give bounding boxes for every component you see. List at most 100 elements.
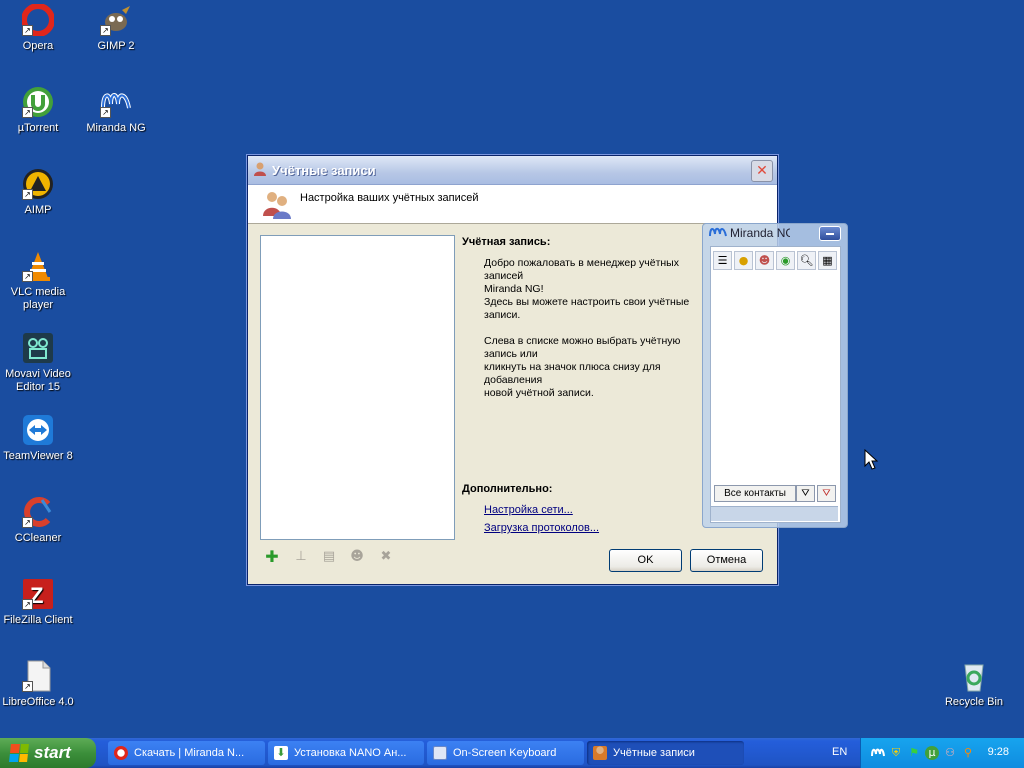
contact-list[interactable]: ☰ ● ☻ ◉ 🔍︎ ▦ Все контакты ⛛ ⛛ xyxy=(710,246,841,523)
desktop-icon-vlc[interactable]: ↗ VLC media player xyxy=(0,250,79,312)
rename-icon: ⊥ xyxy=(295,549,307,564)
taskbar-item-label: Установка NANO Ан... xyxy=(294,747,407,759)
status-button[interactable]: ● xyxy=(734,251,753,270)
delete-account-button[interactable]: ✖ xyxy=(378,549,394,565)
taskbar-item-installer[interactable]: ⬇ Установка NANO Ан... xyxy=(268,741,424,765)
desktop-icon-movavi[interactable]: Movavi Video Editor 15 xyxy=(0,332,79,394)
close-icon: ✕ xyxy=(756,163,768,179)
miranda-titlebar[interactable]: Miranda NG xyxy=(703,224,847,242)
taskbar-item-label: Скачать | Miranda N... xyxy=(134,747,245,759)
miranda-title: Miranda NG xyxy=(730,226,790,240)
dialog-header-text: Настройка ваших учётных записей xyxy=(300,192,479,204)
account-label: Учётная запись: xyxy=(462,236,551,248)
minimize-button[interactable] xyxy=(819,226,841,241)
edit-account-button[interactable]: ▤ xyxy=(321,549,337,565)
desktop-icon-label: LibreOffice 4.0 xyxy=(2,696,74,708)
miranda-icon: ↗ xyxy=(100,86,132,118)
load-protocols-link[interactable]: Загрузка протоколов... xyxy=(484,522,599,534)
desktop-icon-label: GIMP 2 xyxy=(97,40,135,52)
clear-filter-icon: ⛛ xyxy=(822,488,831,499)
aimp-icon: ↗ xyxy=(22,168,54,200)
utorrent-tray-icon[interactable]: µ xyxy=(925,746,939,760)
rename-account-button[interactable]: ⊥ xyxy=(293,549,309,565)
utorrent-icon: ↗ xyxy=(22,86,54,118)
taskbar-item-accounts[interactable]: Учётные записи xyxy=(587,741,744,765)
desktop-icon-opera[interactable]: ↗ Opera xyxy=(0,3,79,53)
movavi-icon xyxy=(22,332,54,364)
system-tray: ⛨ ⚑ µ ⚇ ⚲ 9:28 xyxy=(860,738,1024,768)
add-account-button[interactable]: ✚ xyxy=(264,549,280,565)
ok-button[interactable]: OK xyxy=(609,549,682,572)
desktop-icon-utorrent[interactable]: ↗ µTorrent xyxy=(0,86,79,135)
upgrade-account-button[interactable]: ☻ xyxy=(349,549,365,565)
online-button[interactable]: ◉ xyxy=(776,251,795,270)
desktop-icon-miranda[interactable]: ↗ Miranda NG xyxy=(75,86,157,135)
plus-icon: ✚ xyxy=(265,547,279,566)
filezilla-icon: Z ↗ xyxy=(22,578,54,610)
miranda-tray-icon[interactable] xyxy=(871,746,885,760)
all-contacts-button[interactable]: Все контакты xyxy=(714,485,796,502)
teamviewer-icon xyxy=(22,414,54,446)
desktop-icon-label: Movavi Video Editor 15 xyxy=(5,368,71,393)
close-button[interactable]: ✕ xyxy=(751,160,773,182)
dialog-titlebar[interactable]: Учётные записи ✕ xyxy=(248,156,777,185)
search-tray-icon[interactable]: ⚲ xyxy=(961,746,975,760)
clock[interactable]: 9:28 xyxy=(988,746,1009,758)
desktop-icon-teamviewer[interactable]: TeamViewer 8 xyxy=(0,414,79,463)
ccleaner-icon: ↗ xyxy=(22,496,54,528)
desktop-icon-filezilla[interactable]: Z ↗ FileZilla Client xyxy=(0,578,79,627)
desktop-icon-label: CCleaner xyxy=(14,532,62,544)
desktop-icon-label: Recycle Bin xyxy=(944,696,1004,708)
mouse-cursor-icon xyxy=(864,449,878,470)
taskbar-item-keyboard[interactable]: On-Screen Keyboard xyxy=(427,741,584,765)
accounts-list[interactable] xyxy=(260,235,455,540)
desktop-icon-label: Opera xyxy=(22,40,54,52)
language-indicator[interactable]: EN xyxy=(832,746,847,758)
online-icon: ◉ xyxy=(780,254,791,267)
delete-icon: ✖ xyxy=(380,549,392,564)
edit-icon: ▤ xyxy=(322,549,336,564)
clear-filter-button[interactable]: ⛛ xyxy=(817,485,836,502)
accounts-button[interactable]: ☻ xyxy=(755,251,774,270)
filter-icon: ⛛ xyxy=(801,488,810,499)
dialog-title: Учётные записи xyxy=(272,162,376,178)
opera-icon xyxy=(114,746,128,760)
filter-button[interactable]: ⛛ xyxy=(796,485,815,502)
recycle-bin-icon xyxy=(958,660,990,692)
cancel-button[interactable]: Отмена xyxy=(690,549,763,572)
desktop-icon-recycle-bin[interactable]: Recycle Bin xyxy=(933,660,1015,709)
find-contact-button[interactable]: 🔍︎ xyxy=(797,251,816,270)
menu-icon: ☰ xyxy=(717,254,728,267)
network-settings-link[interactable]: Настройка сети... xyxy=(484,504,573,516)
desktop-icon-label: Miranda NG xyxy=(86,122,146,134)
options-button[interactable]: ▦ xyxy=(818,251,837,270)
status-bar[interactable] xyxy=(711,506,838,521)
taskbar-item-opera[interactable]: Скачать | Miranda N... xyxy=(108,741,265,765)
network-icon[interactable]: ⚇ xyxy=(943,746,957,760)
taskbar-item-label: Учётные записи xyxy=(613,747,695,759)
options-icon: ▦ xyxy=(822,254,833,267)
download-icon: ⬇ xyxy=(274,746,288,760)
desktop-icon-label: µTorrent xyxy=(17,122,59,134)
accounts-dialog: Учётные записи ✕ Настройка ваших учётных… xyxy=(247,155,778,585)
opera-icon: ↗ xyxy=(21,3,55,37)
search-icon: 🔍︎ xyxy=(799,254,814,267)
safely-remove-icon[interactable]: ⚑ xyxy=(907,746,921,760)
security-shield-icon[interactable]: ⛨ xyxy=(889,746,903,760)
desktop-icon-label: FileZilla Client xyxy=(3,614,73,626)
desktop-icon-label: VLC media player xyxy=(10,286,66,311)
desktop-icon-aimp[interactable]: ↗ AIMP xyxy=(0,168,79,217)
desktop-icon-label: AIMP xyxy=(24,204,52,216)
start-button[interactable]: start xyxy=(0,738,96,768)
taskbar-item-label: On-Screen Keyboard xyxy=(453,747,557,759)
vlc-icon: ↗ xyxy=(22,250,54,282)
desktop-icon-libreoffice[interactable]: ↗ LibreOffice 4.0 xyxy=(0,660,79,709)
accounts-icon xyxy=(252,161,268,180)
accounts-icon xyxy=(593,746,607,760)
accounts-icon: ☻ xyxy=(758,254,771,267)
desktop-icon-ccleaner[interactable]: ↗ CCleaner xyxy=(0,496,79,545)
windows-flag-icon xyxy=(9,744,29,762)
menu-button[interactable]: ☰ xyxy=(713,251,732,270)
desktop-icon-gimp[interactable]: ↗ GIMP 2 xyxy=(75,4,157,53)
miranda-window: Miranda NG ☰ ● ☻ ◉ 🔍︎ ▦ Все контакты ⛛ ⛛ xyxy=(702,223,848,528)
